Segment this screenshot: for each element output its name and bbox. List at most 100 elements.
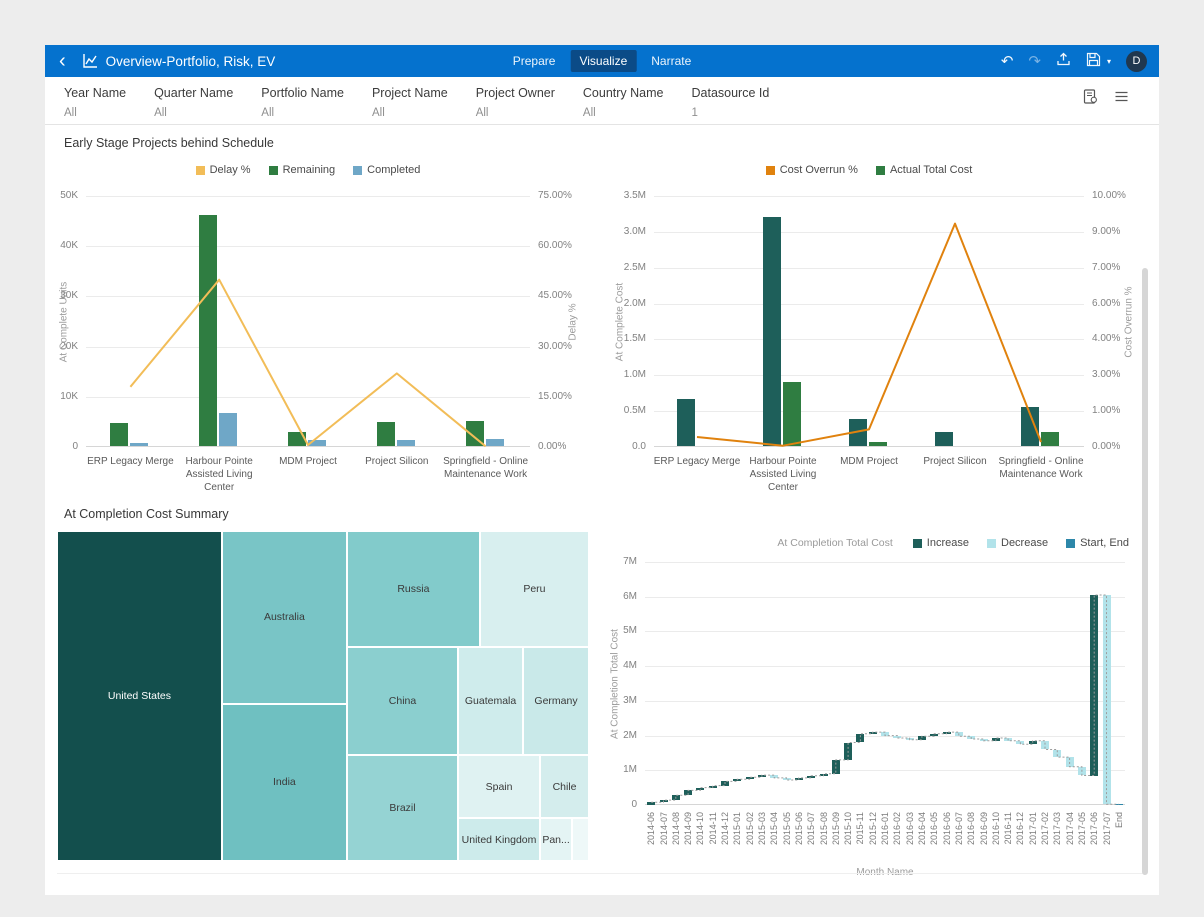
y-tick-left: 0 bbox=[597, 800, 637, 810]
treemap-tile-brazil[interactable]: Brazil bbox=[347, 755, 458, 861]
y-axis-title-right: Delay % bbox=[568, 303, 579, 340]
export-icon[interactable] bbox=[1056, 52, 1071, 70]
treemap-tile-united-states[interactable]: United States bbox=[57, 531, 222, 861]
chart-legend: Cost Overrun % Actual Total Cost bbox=[654, 164, 1084, 176]
treemap-tile-chile[interactable]: Chile bbox=[540, 755, 589, 818]
tab-visualize[interactable]: Visualize bbox=[570, 50, 636, 72]
tab-prepare[interactable]: Prepare bbox=[504, 50, 565, 72]
legend-label: Completed bbox=[367, 164, 420, 176]
x-tick-label: 2015-09 bbox=[831, 812, 841, 866]
save-icon[interactable] bbox=[1086, 52, 1101, 70]
filter-menu-icon[interactable] bbox=[1114, 89, 1129, 104]
treemap-tile-label: Pan... bbox=[540, 834, 571, 846]
treemap-tile-label: United Kingdom bbox=[460, 834, 539, 846]
legend-swatch bbox=[269, 166, 278, 175]
treemap-tile-germany[interactable]: Germany bbox=[523, 647, 589, 755]
filter-label: Datasource Id bbox=[692, 86, 770, 100]
delay-remaining-completed-chart: Delay %RemainingCompleted00.00%10K15.00%… bbox=[57, 158, 597, 508]
redo-icon[interactable]: ↷ bbox=[1028, 54, 1041, 69]
x-tick-label: 2016-02 bbox=[892, 812, 902, 866]
y-tick-right: 7.00% bbox=[1092, 263, 1120, 273]
y-tick-left: 2.0M bbox=[606, 299, 646, 309]
waterfall-connector-line bbox=[651, 595, 1119, 804]
legend-item-increase[interactable]: Increase bbox=[913, 537, 969, 549]
treemap-tile-australia[interactable]: Australia bbox=[222, 531, 347, 704]
x-tick-label: 2016-06 bbox=[942, 812, 952, 866]
x-tick-label: 2015-06 bbox=[794, 812, 804, 866]
treemap-tile-united-kingdom[interactable]: United Kingdom bbox=[458, 818, 540, 861]
y-axis-title-left: At Complete Cost bbox=[615, 282, 626, 360]
treemap-tile-china[interactable]: China bbox=[347, 647, 458, 755]
treemap-tile-label: Germany bbox=[532, 695, 579, 707]
legend-item-decrease[interactable]: Decrease bbox=[987, 537, 1048, 549]
x-tick-label: 2016-05 bbox=[929, 812, 939, 866]
x-tick-label: 2017-03 bbox=[1052, 812, 1062, 866]
vertical-scrollbar[interactable] bbox=[1142, 268, 1148, 875]
legend-swatch bbox=[766, 166, 775, 175]
treemap-tile-india[interactable]: India bbox=[222, 704, 347, 861]
legend-item-actual-total-cost[interactable]: Actual Total Cost bbox=[876, 164, 972, 176]
legend-swatch bbox=[1066, 539, 1075, 548]
x-category-label: Springfield - Online Maintenance Work bbox=[438, 455, 534, 481]
save-menu-caret-icon[interactable]: ▾ bbox=[1107, 57, 1111, 66]
filter-portfolio-name[interactable]: Portfolio NameAll bbox=[261, 86, 344, 119]
filter-value: All bbox=[64, 107, 126, 119]
y-tick-left: 1.5M bbox=[606, 334, 646, 344]
section-title-schedule: Early Stage Projects behind Schedule bbox=[64, 136, 274, 150]
plot-area bbox=[645, 562, 1125, 805]
x-tick-label: 2015-12 bbox=[868, 812, 878, 866]
treemap-tile-russia[interactable]: Russia bbox=[347, 531, 480, 647]
treemap-tile-guatemala[interactable]: Guatemala bbox=[458, 647, 523, 755]
line-delay[interactable] bbox=[130, 280, 485, 447]
legend-item-completed[interactable]: Completed bbox=[353, 164, 420, 176]
y-tick-right: 6.00% bbox=[1092, 299, 1120, 309]
filter-quarter-name[interactable]: Quarter NameAll bbox=[154, 86, 233, 119]
x-tick-label: 2016-08 bbox=[966, 812, 976, 866]
legend-item-delay[interactable]: Delay % bbox=[196, 164, 251, 176]
x-tick-label: 2015-03 bbox=[757, 812, 767, 866]
filter-country-name[interactable]: Country NameAll bbox=[583, 86, 664, 119]
filter-value: All bbox=[583, 107, 664, 119]
treemap-tile-peru[interactable]: Peru bbox=[480, 531, 589, 647]
y-tick-left: 3.5M bbox=[606, 191, 646, 201]
filter-project-name[interactable]: Project NameAll bbox=[372, 86, 448, 119]
x-tick-label: 2014-07 bbox=[659, 812, 669, 866]
filter-label: Project Owner bbox=[476, 86, 555, 100]
undo-icon[interactable]: ↶ bbox=[1001, 54, 1014, 69]
x-tick-label: 2014-06 bbox=[646, 812, 656, 866]
treemap-tile-empty[interactable] bbox=[572, 818, 589, 861]
plot-area bbox=[654, 196, 1084, 447]
avatar[interactable]: D bbox=[1126, 51, 1147, 72]
filter-label: Quarter Name bbox=[154, 86, 233, 100]
x-category-label: Harbour Pointe Assisted Living Center bbox=[735, 455, 831, 494]
back-button[interactable]: ‹ bbox=[51, 51, 74, 71]
filter-datasource-id[interactable]: Datasource Id 1 bbox=[692, 86, 770, 119]
legend-item-remaining[interactable]: Remaining bbox=[269, 164, 336, 176]
treemap-tile-pan[interactable]: Pan... bbox=[540, 818, 572, 861]
filter-year-name[interactable]: Year NameAll bbox=[64, 86, 126, 119]
treemap-tile-label: Chile bbox=[551, 781, 579, 793]
treemap-tile-label: China bbox=[387, 695, 418, 707]
x-tick-label: 2017-04 bbox=[1065, 812, 1075, 866]
treemap-tile-label: Spain bbox=[484, 781, 515, 793]
filter-project-owner[interactable]: Project Owner All bbox=[476, 86, 555, 119]
tab-narrate[interactable]: Narrate bbox=[642, 50, 700, 72]
filter-value: All bbox=[476, 107, 555, 119]
canvas-settings-icon[interactable] bbox=[1083, 89, 1098, 104]
y-tick-right: 75.00% bbox=[538, 191, 572, 201]
legend-item-start-end[interactable]: Start, End bbox=[1066, 537, 1129, 549]
x-tick-label: 2016-10 bbox=[991, 812, 1001, 866]
y-tick-right: 15.00% bbox=[538, 392, 572, 402]
header-right-group: ↶ ↷ ▾ D bbox=[1001, 51, 1159, 72]
legend-label: Actual Total Cost bbox=[890, 164, 972, 176]
y-tick-left: 0 bbox=[38, 442, 78, 452]
filter-value: All bbox=[372, 107, 448, 119]
legend-swatch bbox=[353, 166, 362, 175]
y-tick-left: 10K bbox=[38, 392, 78, 402]
filter-value: 1 bbox=[692, 107, 770, 119]
legend-item-cost-overrun[interactable]: Cost Overrun % bbox=[766, 164, 858, 176]
treemap-tile-spain[interactable]: Spain bbox=[458, 755, 540, 818]
x-tick-label: 2014-08 bbox=[671, 812, 681, 866]
x-tick-label: 2015-07 bbox=[806, 812, 816, 866]
line-cost-overrun[interactable] bbox=[697, 224, 1041, 446]
